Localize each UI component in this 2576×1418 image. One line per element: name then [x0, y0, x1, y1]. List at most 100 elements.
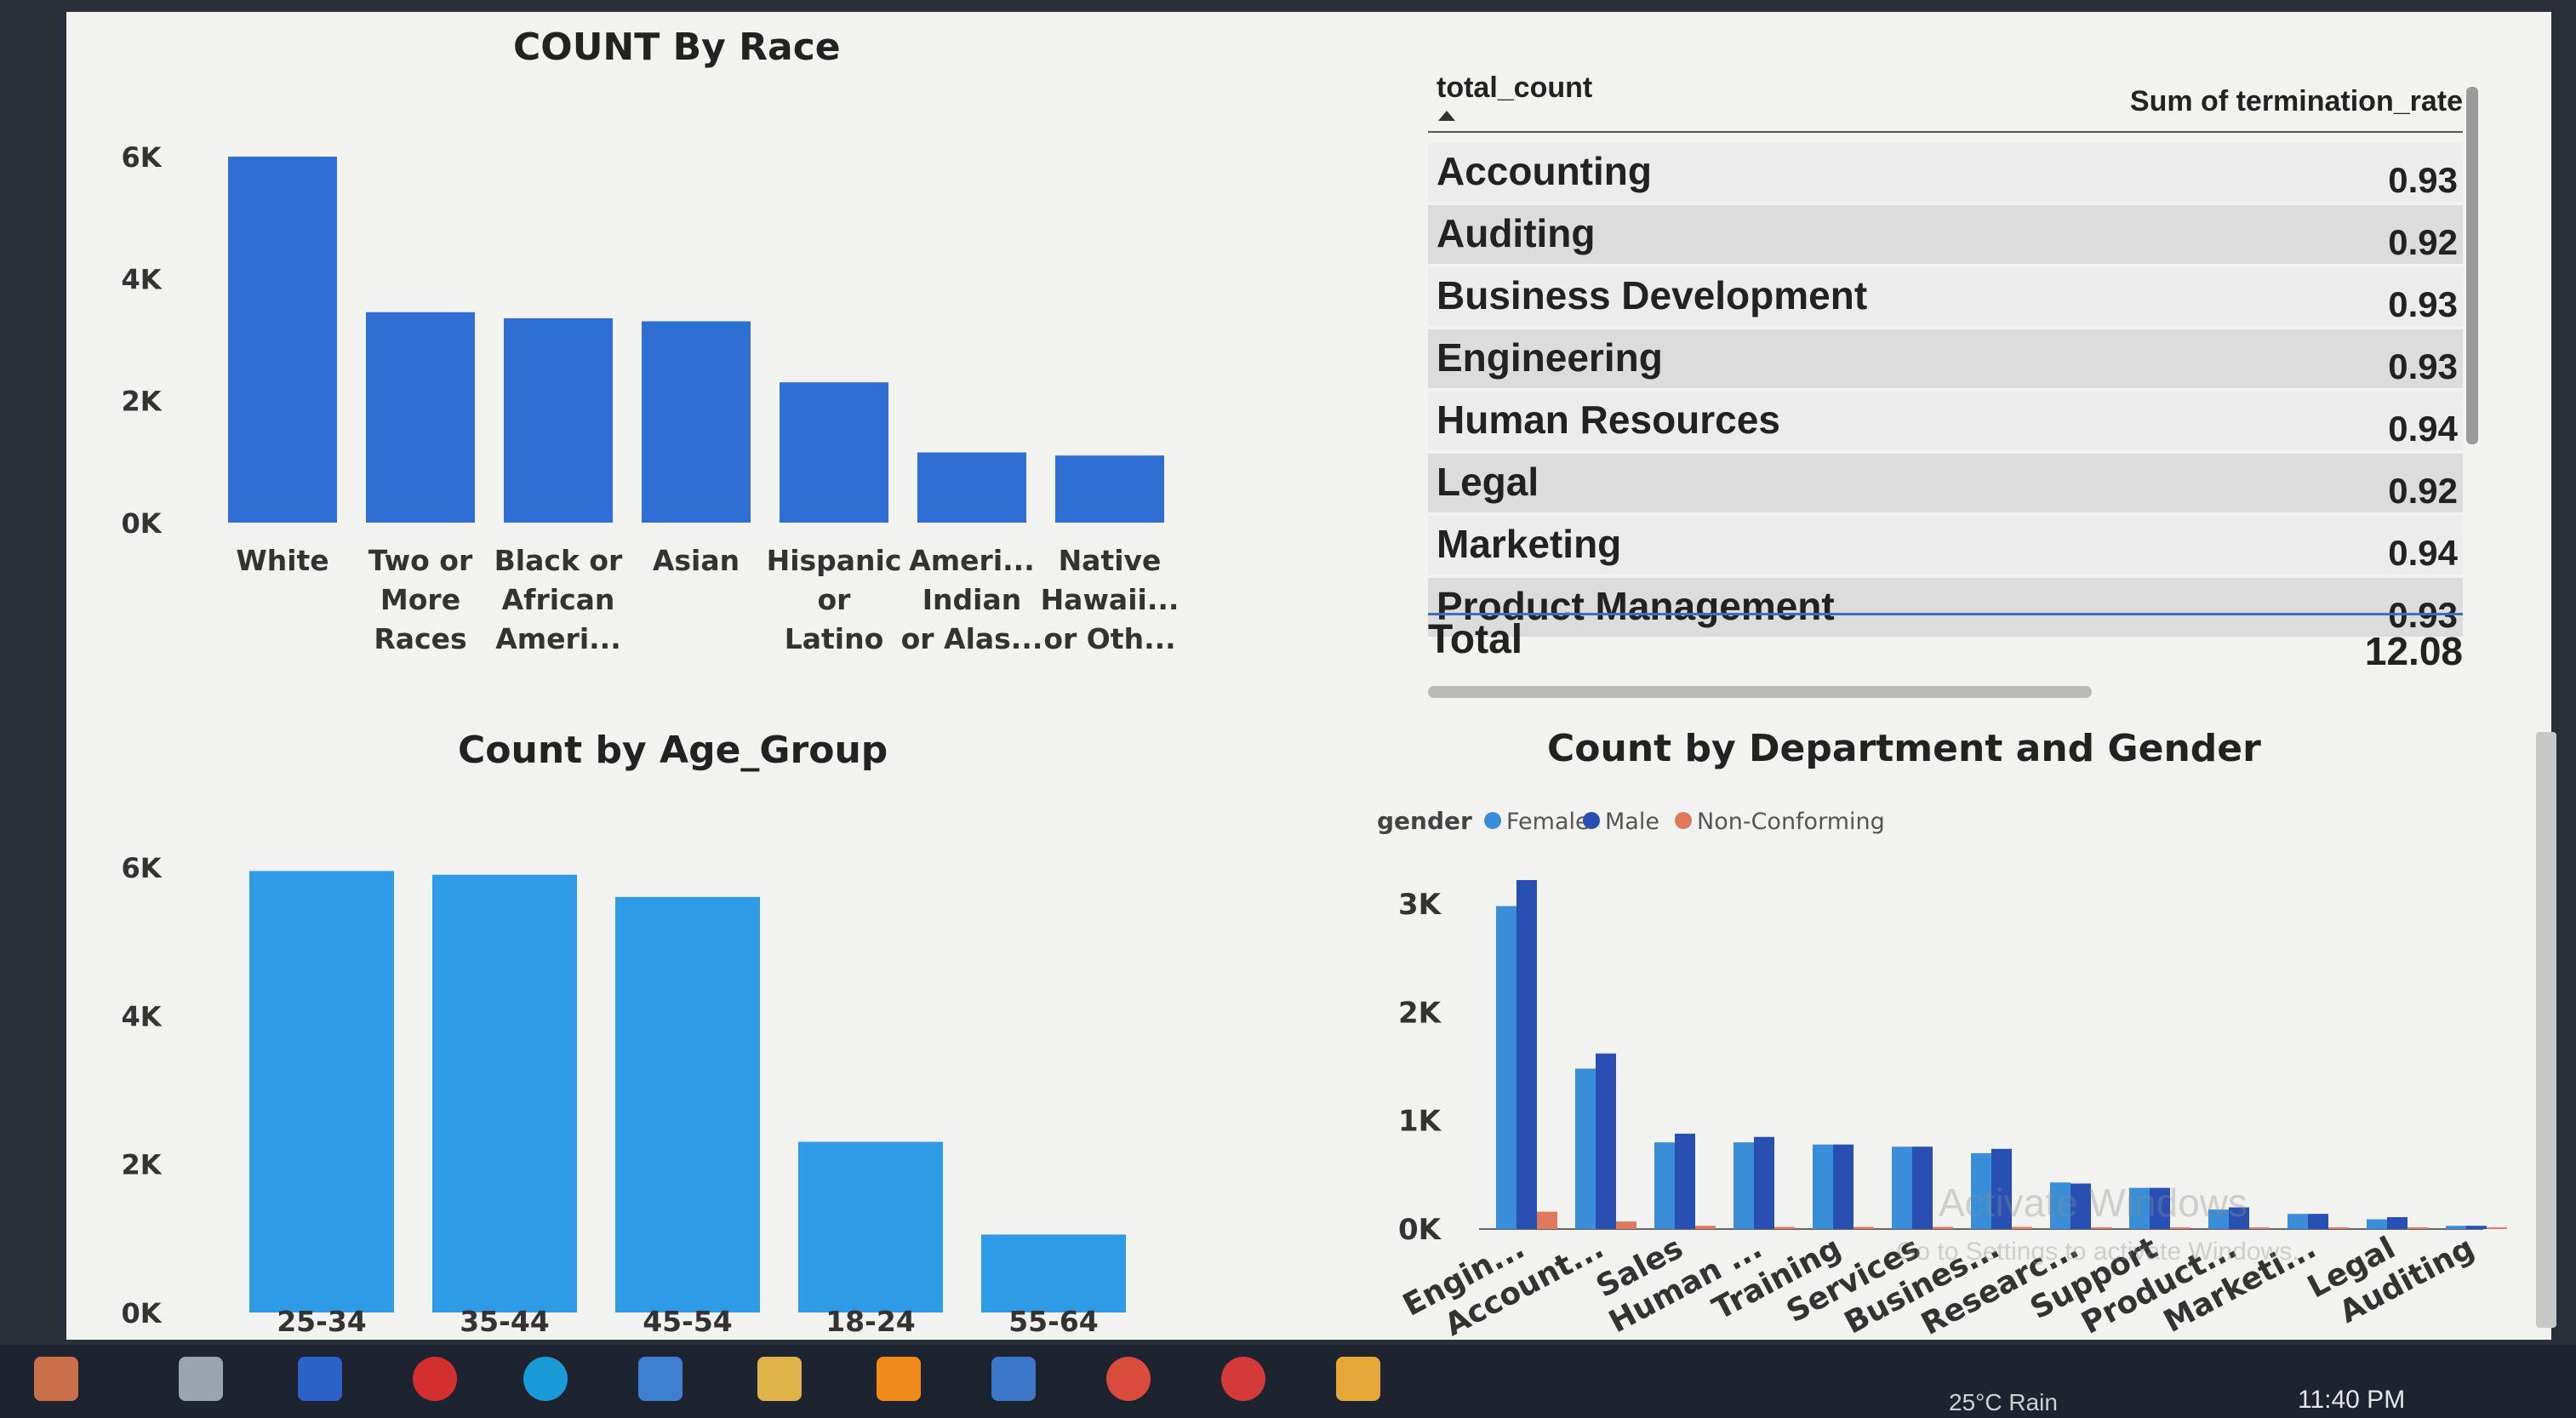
age-bar [798, 1141, 943, 1312]
age-ytick: 6K [121, 852, 162, 884]
table-row[interactable]: Legal 0.92 [1428, 454, 2463, 512]
legend-title: gender [1377, 807, 1472, 835]
table-cell-rate: 0.93 [2388, 284, 2458, 324]
age-ytick: 2K [121, 1149, 162, 1181]
dept-bar-non-conforming [2170, 1227, 2190, 1229]
race-bar [366, 312, 475, 523]
age-bar [249, 871, 394, 1312]
race-xtick: White [236, 544, 328, 577]
watermark-line2: Go to Settings to activate Windows. [1896, 1238, 2299, 1266]
table-row[interactable]: Auditing 0.92 [1428, 205, 2463, 264]
sort-asc-icon[interactable] [1438, 111, 1455, 121]
table-header-total-count[interactable]: total_count [1437, 71, 1592, 105]
dept-ytick: 2K [1398, 996, 1442, 1030]
table-row[interactable]: Product Management 0.93 [1428, 578, 2463, 637]
page-scrollbar[interactable] [2536, 732, 2556, 1328]
table-row[interactable]: Accounting 0.93 [1428, 143, 2463, 202]
dashboard-screen: COUNT By Race 0K 2K 4K 6K White Two or More Rac… [66, 12, 2551, 1340]
table-cell-rate: 0.92 [2388, 471, 2458, 511]
race-xtick: Two or [368, 544, 473, 577]
table-cell-department: Engineering [1437, 335, 1663, 380]
table-cell-rate: 0.94 [2388, 533, 2458, 573]
table-total-divider [1428, 613, 2463, 615]
tools-icon[interactable] [34, 1357, 78, 1401]
edge-icon[interactable] [523, 1357, 568, 1401]
dept-bar-male [1833, 1144, 1853, 1229]
dept-bar-male [1675, 1133, 1695, 1229]
race-bar [780, 382, 888, 523]
clock[interactable]: 11:40 PM [2298, 1386, 2405, 1415]
table-row[interactable]: Business Development 0.93 [1428, 267, 2463, 326]
table-cell-department: Auditing [1437, 211, 1596, 255]
race-xtick: Races [374, 622, 466, 655]
table-cell-department: Marketing [1437, 522, 1622, 566]
files-icon[interactable] [757, 1357, 802, 1401]
race-ytick: 2K [121, 386, 162, 418]
dept-bar-non-conforming [1933, 1226, 1953, 1229]
legend-marker [1675, 812, 1692, 829]
age-xtick: 25-34 [277, 1305, 367, 1338]
dept-gender-chart-title: Count by Department and Gender [1547, 727, 2261, 770]
dept-ytick: 1K [1398, 1105, 1442, 1139]
race-bar [917, 452, 1026, 523]
dept-bar-non-conforming [1537, 1211, 1557, 1229]
dept-bar-non-conforming [2408, 1227, 2428, 1229]
table-cell-rate: 0.93 [2388, 346, 2458, 386]
table-row[interactable]: Engineering 0.93 [1428, 329, 2463, 388]
dept-bar-male [1516, 879, 1537, 1229]
taskbar [0, 1345, 2576, 1418]
table-total-label: Total [1428, 617, 1523, 662]
race-xtick: More [380, 583, 460, 616]
chart-app-icon[interactable] [1336, 1357, 1380, 1401]
header-divider [1428, 131, 2463, 133]
age-xtick: 35-44 [460, 1305, 550, 1338]
race-xtick: or [818, 583, 852, 616]
dept-bar-non-conforming [2249, 1227, 2270, 1229]
age-xtick: 55-64 [1008, 1305, 1099, 1338]
age-ytick: 0K [121, 1297, 162, 1329]
age-bar [981, 1234, 1126, 1312]
opera-icon[interactable] [413, 1357, 457, 1401]
vlc-icon[interactable] [877, 1357, 921, 1401]
store-icon[interactable] [991, 1357, 1036, 1401]
race-ytick: 6K [121, 141, 162, 174]
table-hscrollbar[interactable] [1428, 686, 2092, 698]
task-view-icon[interactable] [179, 1357, 223, 1401]
legend-marker [1484, 812, 1501, 829]
table-total-value: 12.08 [2364, 629, 2463, 673]
table-header-termination-rate[interactable]: Sum of termination_rate [2130, 85, 2463, 118]
age-xtick: 45-54 [643, 1305, 733, 1338]
termination-table: total_count Sum of termination_rate Acco… [1419, 61, 2483, 708]
table-cell-department: Legal [1437, 460, 1539, 504]
race-xtick: Hawaii... [1041, 583, 1179, 616]
dept-ytick: 3K [1398, 888, 1442, 922]
chrome-icon[interactable] [1106, 1357, 1151, 1401]
dept-bar-female [1813, 1144, 1833, 1229]
dept-bar-non-conforming [1695, 1226, 1716, 1229]
race-xtick: or Oth... [1043, 622, 1175, 655]
age-chart-title: Count by Age_Group [458, 729, 888, 772]
table-vscrollbar[interactable] [2466, 87, 2478, 444]
race-xtick: Ameri... [495, 622, 621, 655]
race-xtick: African [502, 583, 615, 616]
race-xtick: Native [1059, 544, 1162, 577]
dept-ytick: 0K [1398, 1213, 1442, 1247]
dept-bar-female [1654, 1142, 1675, 1229]
dept-bar-non-conforming [2091, 1227, 2111, 1229]
race-bar [228, 157, 337, 523]
word-icon[interactable] [298, 1357, 342, 1401]
dept-bar-male [1912, 1146, 1933, 1229]
mail-icon[interactable] [638, 1357, 683, 1401]
table-row[interactable]: Human Resources 0.94 [1428, 392, 2463, 450]
table-cell-rate: 0.93 [2388, 160, 2458, 200]
weather-text[interactable]: 25°C Rain [1949, 1389, 2058, 1416]
x-app-icon[interactable] [1221, 1357, 1265, 1401]
dept-bar-male [2466, 1226, 2487, 1229]
race-xtick: Asian [653, 544, 740, 577]
race-chart: 0K 2K 4K 6K White Two or More Races Black or Afri… [121, 141, 1179, 655]
table-cell-rate: 0.94 [2388, 409, 2458, 449]
table-row[interactable]: Marketing 0.94 [1428, 516, 2463, 575]
dept-bar-non-conforming [1853, 1226, 1874, 1229]
race-bar [642, 321, 751, 523]
race-xtick: Black or [494, 544, 623, 577]
